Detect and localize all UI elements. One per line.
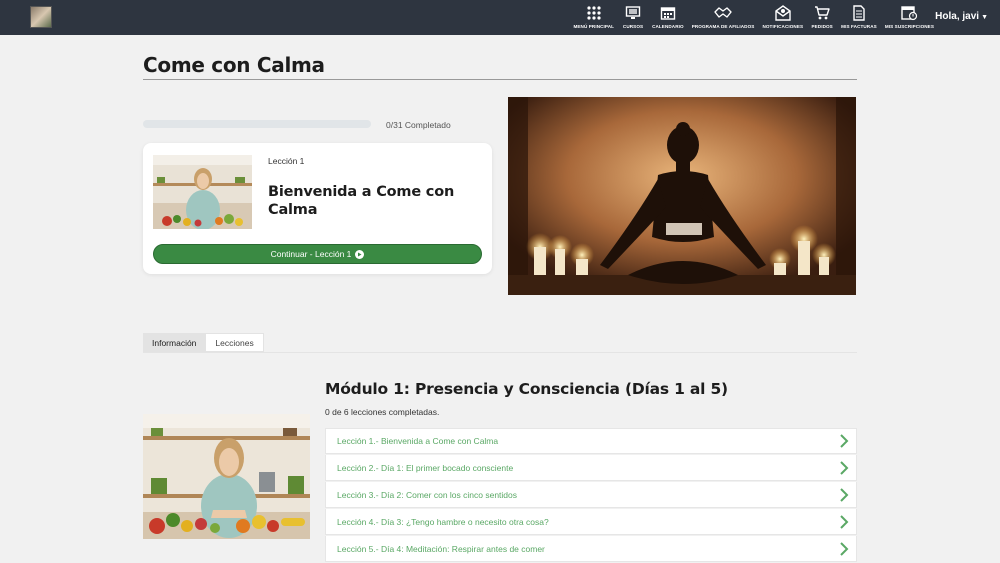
nav-label: MIS SUSCRIPCIONES bbox=[884, 24, 934, 29]
tabs-divider bbox=[143, 352, 857, 353]
nav-item-menu-principal[interactable]: MENÚ PRINCIPAL bbox=[569, 4, 618, 30]
nav-item-calendario[interactable]: CALENDARIO bbox=[648, 4, 688, 30]
lesson-row[interactable]: Lección 2.- Día 1: El primer bocado cons… bbox=[325, 455, 857, 481]
course-progress-bar bbox=[143, 120, 371, 128]
module-lesson-list: Lección 1.- Bienvenida a Come con Calma … bbox=[325, 428, 857, 563]
lesson-link[interactable]: Lección 2.- Día 1: El primer bocado cons… bbox=[337, 463, 513, 473]
user-avatar[interactable] bbox=[30, 6, 52, 28]
progress-text: 0/31 Completado bbox=[386, 120, 451, 130]
lesson-row[interactable]: Lección 1.- Bienvenida a Come con Calma bbox=[325, 428, 857, 454]
grid-icon bbox=[583, 4, 605, 22]
nav-label: NOTIFICACIONES bbox=[762, 24, 804, 29]
subscription-icon bbox=[898, 4, 920, 22]
play-icon bbox=[355, 249, 365, 259]
nav-item-pedidos[interactable]: PEDIDOS bbox=[807, 4, 837, 30]
lesson-link[interactable]: Lección 4.- Día 3: ¿Tengo hambre o neces… bbox=[337, 517, 549, 527]
lesson-link[interactable]: Lección 3.- Día 2: Comer con los cinco s… bbox=[337, 490, 517, 500]
nav-label: CALENDARIO bbox=[652, 24, 684, 29]
tab-informacion[interactable]: Información bbox=[143, 333, 206, 352]
lesson-title[interactable]: Bienvenida a Come con Calma bbox=[268, 183, 483, 219]
title-divider bbox=[143, 79, 857, 80]
nav-item-mis-facturas[interactable]: MIS FACTURAS bbox=[837, 4, 881, 30]
nav-label: PROGRAMA DE AFILIADOS bbox=[691, 24, 755, 29]
calendar-icon bbox=[657, 4, 679, 22]
module-title: Módulo 1: Presencia y Consciencia (Días … bbox=[325, 380, 728, 398]
chevron-right-icon bbox=[840, 514, 849, 529]
caret-down-icon: ▼ bbox=[981, 14, 988, 21]
nav-label: PEDIDOS bbox=[811, 24, 833, 29]
page-title: Come con Calma bbox=[143, 53, 325, 77]
lesson-row[interactable]: Lección 5.- Día 4: Meditación: Respirar … bbox=[325, 536, 857, 562]
envelope-icon bbox=[772, 4, 794, 22]
cart-icon bbox=[811, 4, 833, 22]
module-thumbnail bbox=[143, 414, 310, 539]
module-progress-text: 0 de 6 lecciones completadas. bbox=[325, 407, 440, 417]
nav-label: MIS FACTURAS bbox=[841, 24, 877, 29]
nav-item-mis-suscripciones[interactable]: MIS SUSCRIPCIONES bbox=[881, 4, 938, 30]
course-hero-image bbox=[508, 97, 856, 295]
continue-lesson-button[interactable]: Continuar - Lección 1 bbox=[153, 244, 482, 264]
lesson-row[interactable]: Lección 3.- Día 2: Comer con los cinco s… bbox=[325, 482, 857, 508]
handshake-icon bbox=[712, 4, 734, 22]
lesson-number: Lección 1 bbox=[268, 156, 305, 166]
chevron-right-icon bbox=[840, 434, 849, 448]
user-menu-dropdown[interactable]: Hola, javi ▼ bbox=[935, 11, 988, 22]
continue-button-label: Continuar - Lección 1 bbox=[270, 249, 352, 259]
user-greeting: Hola, javi bbox=[935, 11, 980, 22]
nav-item-afiliados[interactable]: PROGRAMA DE AFILIADOS bbox=[688, 4, 759, 30]
lesson-row[interactable]: Lección 4.- Día 3: ¿Tengo hambre o neces… bbox=[325, 509, 857, 535]
lesson-thumbnail[interactable] bbox=[153, 155, 252, 229]
tab-lecciones[interactable]: Lecciones bbox=[205, 333, 264, 352]
monitor-icon bbox=[622, 4, 644, 22]
document-icon bbox=[848, 4, 870, 22]
content-tabs: Información Lecciones bbox=[143, 333, 264, 352]
chevron-right-icon bbox=[840, 541, 849, 556]
main-nav: MENÚ PRINCIPAL CURSOS CALENDARIO PROGRAM… bbox=[569, 4, 938, 30]
current-lesson-card: Lección 1 Bienvenida a Come con Calma Co… bbox=[143, 143, 492, 274]
nav-label: MENÚ PRINCIPAL bbox=[573, 24, 615, 29]
lesson-link[interactable]: Lección 1.- Bienvenida a Come con Calma bbox=[337, 436, 498, 446]
nav-item-notificaciones[interactable]: NOTIFICACIONES bbox=[758, 4, 807, 30]
chevron-right-icon bbox=[840, 487, 849, 502]
nav-label: CURSOS bbox=[622, 24, 644, 29]
chevron-right-icon bbox=[840, 460, 849, 475]
top-navigation-bar: MENÚ PRINCIPAL CURSOS CALENDARIO PROGRAM… bbox=[0, 0, 1000, 35]
nav-item-cursos[interactable]: CURSOS bbox=[618, 4, 648, 30]
lesson-link[interactable]: Lección 5.- Día 4: Meditación: Respirar … bbox=[337, 544, 545, 554]
